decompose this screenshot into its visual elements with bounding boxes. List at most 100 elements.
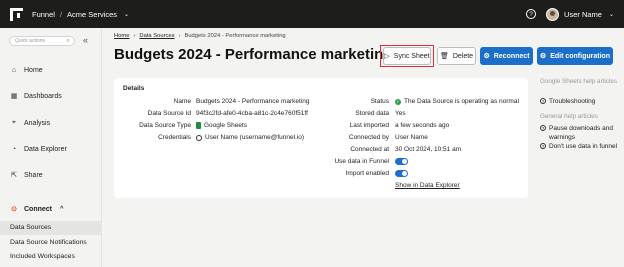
name-label: Name — [173, 98, 191, 105]
sidebar: Quick actions ⌕ « ⌂ Home ▦ Dashboards ⌖ … — [0, 28, 102, 267]
user-icon — [196, 134, 202, 141]
chevron-down-icon[interactable]: ⌄ — [124, 11, 129, 18]
share-icon: ⇱ — [11, 172, 17, 179]
details-card: Details Name Budgets 2024 - Performance … — [114, 78, 528, 198]
data-explorer-icon: ◔ — [11, 145, 17, 153]
quick-actions-placeholder: Quick actions — [15, 38, 46, 44]
sidebar-subitem-data-source-notifications[interactable]: Data Source Notifications — [0, 236, 102, 250]
sidebar-section-connect[interactable]: ⊙ Connect ^ — [10, 205, 64, 214]
play-icon: ▷ — [384, 53, 390, 60]
general-help-heading: General help articles — [540, 113, 598, 120]
edit-configuration-label: Edit configuration — [550, 52, 611, 60]
credentials-value: User Name (username@funnel.io) — [196, 134, 304, 141]
breadcrumb-current: Budgets 2024 - Performance marketing — [184, 33, 286, 39]
last-imported-value: a few seconds ago — [395, 122, 450, 129]
stored-data-label: Stored data — [355, 110, 389, 117]
data-source-type-value: Google Sheets — [196, 122, 247, 129]
import-enabled-label: Import enabled — [345, 170, 389, 177]
collapse-sidebar-icon[interactable]: « — [83, 35, 88, 45]
status-text: The Data Source is operating as normal — [404, 98, 519, 105]
sidebar-subitem-included-workspaces[interactable]: Included Workspaces — [0, 250, 102, 264]
connected-by-value: User Name — [395, 134, 428, 141]
org-separator: / — [59, 9, 63, 19]
reconnect-icon: ⚙ — [483, 53, 490, 60]
data-source-type-label: Data Source Type — [139, 122, 191, 129]
user-name: User Name — [564, 9, 602, 19]
workspace-switcher: Funnel / Acme Services ⌄ — [32, 10, 129, 19]
use-data-in-funnel-label: Use data in Funnel — [334, 158, 389, 165]
workspace-name[interactable]: Acme Services — [67, 10, 117, 19]
help-circle-icon: ? — [540, 143, 546, 149]
details-heading: Details — [123, 85, 145, 92]
sidebar-subitem-data-sources[interactable]: Data Sources — [0, 221, 102, 235]
import-enabled-value — [395, 170, 408, 177]
home-icon: ⌂ — [11, 66, 17, 74]
breadcrumb-home[interactable]: Home — [114, 33, 129, 39]
show-in-data-explorer-link[interactable]: Show in Data Explorer — [395, 182, 460, 189]
credentials-label: Credentials — [158, 134, 191, 141]
help-circle-icon: ? — [540, 98, 546, 104]
breadcrumb-data-sources[interactable]: Data Sources — [139, 33, 174, 39]
chevron-up-icon: ^ — [60, 206, 64, 212]
status-label: Status — [370, 98, 389, 105]
data-source-id-text: 94f3c2fd-afe0-4cba-a81c-2c4e760f51ff — [196, 110, 308, 117]
avatar — [546, 7, 560, 21]
analysis-icon: ⌖ — [12, 119, 16, 126]
import-enabled-toggle[interactable] — [395, 170, 408, 177]
troubleshooting-label: Troubleshooting — [549, 98, 596, 105]
troubleshooting-link[interactable]: ? Troubleshooting — [540, 97, 620, 106]
delete-label: Delete — [452, 52, 474, 60]
quick-actions-input[interactable]: Quick actions ⌕ — [9, 36, 75, 46]
search-icon: ⌕ — [66, 38, 70, 44]
funnel-logo[interactable] — [10, 7, 23, 21]
name-value: Budgets 2024 - Performance marketing — [196, 98, 309, 105]
user-menu[interactable]: User Name ⌄ — [546, 7, 614, 21]
sidebar-item-analysis[interactable]: ⌖ Analysis — [10, 119, 50, 127]
help-circle-icon: ? — [540, 125, 546, 131]
dashboards-icon: ▦ — [10, 93, 18, 100]
sidebar-item-label: Home — [24, 66, 43, 74]
delete-button[interactable]: 🗑︎ Delete — [437, 47, 476, 65]
chevron-down-icon: ⌄ — [608, 11, 614, 18]
org-name[interactable]: Funnel — [32, 10, 55, 19]
google-sheets-icon — [196, 122, 201, 129]
use-data-in-funnel-value — [395, 158, 408, 165]
sidebar-item-data-explorer[interactable]: ◔ Data Explorer — [10, 145, 67, 153]
page-title: Budgets 2024 - Performance marketing — [114, 46, 393, 63]
settings-icon: ⚙ — [539, 53, 547, 60]
breadcrumb: Home › Data Sources › Budgets 2024 - Per… — [114, 33, 286, 39]
connected-at-label: Connected at — [350, 146, 389, 153]
check-circle-icon: ✓ — [395, 98, 401, 105]
connected-by-label: Connected by — [348, 134, 389, 141]
sidebar-item-share[interactable]: ⇱ Share — [10, 171, 43, 180]
breadcrumb-separator: › — [133, 33, 136, 39]
sidebar-item-dashboards[interactable]: ▦ Dashboards — [10, 92, 62, 101]
data-source-id-value: 94f3c2fd-afe0-4cba-a81c-2c4e760f51ff — [196, 110, 308, 117]
help-icon[interactable]: ? — [526, 9, 537, 19]
google-sheets-help-heading: Google Sheets help articles — [540, 78, 618, 85]
sync-sheet-button[interactable]: ▷ Sync Sheet — [383, 47, 431, 65]
connected-at-value: 30 Oct 2024, 10:51 am — [395, 146, 462, 153]
dont-use-data-link[interactable]: ? Don't use data in funnel — [540, 142, 620, 151]
dont-use-data-label: Don't use data in funnel — [549, 143, 618, 150]
sidebar-item-home[interactable]: ⌂ Home — [10, 66, 43, 74]
sidebar-item-label: Data Explorer — [24, 145, 67, 153]
sidebar-item-label: Share — [24, 171, 43, 179]
trash-icon: 🗑︎ — [439, 53, 449, 60]
sidebar-item-label: Analysis — [24, 119, 51, 127]
credentials-text: User Name (username@funnel.io) — [205, 134, 305, 141]
sync-sheet-label: Sync Sheet — [393, 52, 430, 60]
reconnect-button[interactable]: ⚙ Reconnect — [480, 47, 533, 65]
sidebar-item-label: Dashboards — [24, 92, 62, 100]
stored-data-value: Yes — [395, 110, 406, 117]
sidebar-section-label: Connect — [24, 205, 52, 213]
data-source-type-text: Google Sheets — [204, 122, 248, 129]
reconnect-label: Reconnect — [493, 52, 530, 60]
last-imported-label: Last imported — [349, 122, 389, 129]
pause-downloads-link[interactable]: ? Pause downloads and warnings — [540, 124, 620, 142]
breadcrumb-separator: › — [178, 33, 181, 39]
use-data-in-funnel-toggle[interactable] — [395, 158, 408, 165]
pause-downloads-label: Pause downloads and warnings — [549, 125, 613, 141]
edit-configuration-button[interactable]: ⚙ Edit configuration — [537, 47, 613, 65]
name-text: Budgets 2024 - Performance marketing — [196, 98, 310, 105]
